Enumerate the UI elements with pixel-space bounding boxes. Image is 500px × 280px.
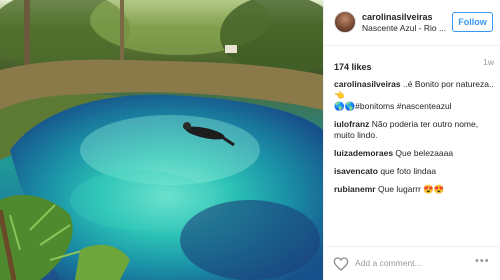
post-header: carolinasilveiras Nascente Azul - Rio ..… [324, 0, 500, 46]
comments-list: carolinasilveiras ..é Bonito por naturez… [334, 79, 496, 202]
comment-item: luizademoraes Que belezaaaa [334, 148, 496, 159]
comment-item: rubianemr Que lugarrr 😍😍 [334, 184, 496, 195]
post-age[interactable]: 1w [483, 57, 494, 67]
post-photo[interactable] [0, 0, 323, 280]
comment-item: iulofranz Não poderia ter outro nome, mu… [334, 119, 496, 141]
caption: carolinasilveiras ..é Bonito por naturez… [334, 79, 496, 112]
post-details-panel: carolinasilveiras Nascente Azul - Rio ..… [323, 0, 500, 280]
likes-row: 174 likes 1w [334, 57, 494, 72]
heart-outline-icon[interactable] [333, 256, 349, 272]
more-options-icon[interactable]: ••• [475, 255, 490, 267]
post-location[interactable]: Nascente Azul - Rio ... [362, 23, 452, 34]
likes-count[interactable]: 174 likes [334, 62, 372, 72]
comment-text: Que belezaaaa [393, 148, 454, 158]
comment-username[interactable]: luizademoraes [334, 148, 393, 158]
comment-text: que foto lindaa [377, 166, 437, 176]
comment-text: Que lugarrr 😍😍 [375, 184, 445, 194]
comment-username[interactable]: isavencato [334, 166, 378, 176]
spring-scene-image [0, 0, 323, 280]
comment-username[interactable]: iulofranz [334, 119, 369, 129]
post-author-username[interactable]: carolinasilveiras [362, 12, 452, 23]
user-block: carolinasilveiras Nascente Azul - Rio ..… [362, 12, 452, 34]
caption-hashtags[interactable]: 🌎🌎#bonitoms #nascenteazul [334, 101, 452, 111]
add-comment-input[interactable]: Add a comment... [355, 258, 422, 268]
avatar[interactable] [334, 11, 356, 33]
comment-footer: Add a comment... ••• [324, 246, 500, 280]
comment-username[interactable]: rubianemr [334, 184, 376, 194]
follow-button[interactable]: Follow [452, 12, 493, 32]
comment-item: isavencato que foto lindaa [334, 166, 496, 177]
caption-username[interactable]: carolinasilveiras [334, 79, 401, 89]
